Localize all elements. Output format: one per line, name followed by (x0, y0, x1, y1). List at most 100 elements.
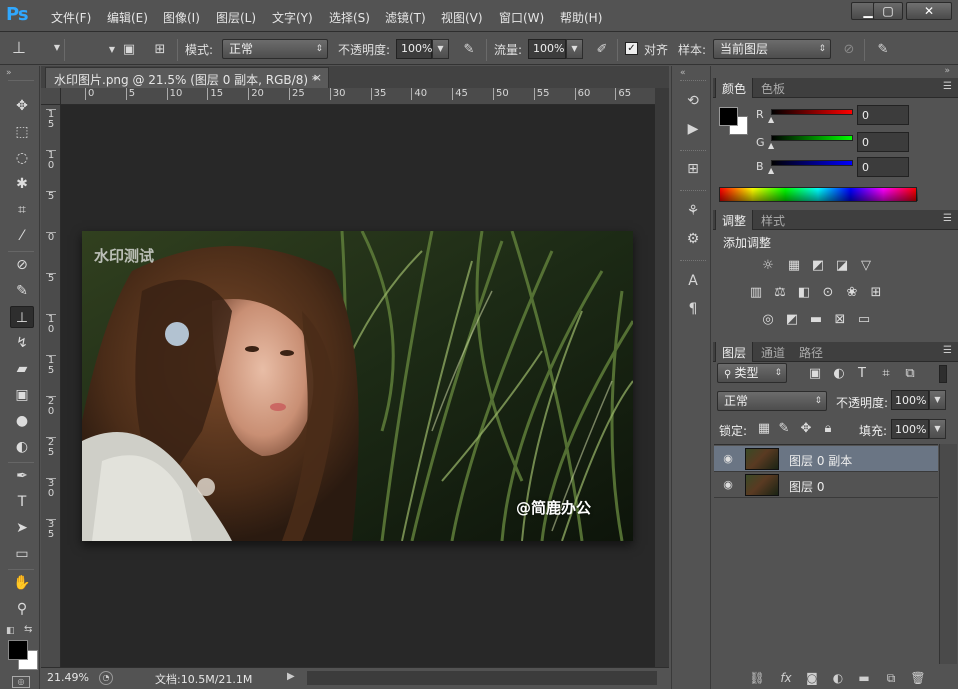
photo-filter-icon[interactable]: ⊙ (819, 284, 837, 302)
healing-brush-tool-icon[interactable]: ⊘ (10, 254, 34, 276)
tab-layers[interactable]: 图层 (715, 342, 754, 362)
pressure-size-icon[interactable]: ✎ (874, 41, 892, 59)
ruler-vertical[interactable]: 15 10 5 0 5 10 15 20 25 30 35 (41, 105, 61, 667)
layer-opacity-dropdown-icon[interactable]: ▼ (929, 390, 946, 410)
history-panel-icon[interactable]: ⟲ (682, 90, 704, 112)
opacity-input[interactable]: 100% (396, 39, 432, 59)
status-menu-icon[interactable]: ◔ (99, 671, 113, 685)
foreground-color-swatch[interactable] (8, 640, 28, 660)
tab-styles[interactable]: 样式 (755, 210, 791, 230)
marquee-tool-icon[interactable]: ⬚ (10, 121, 34, 143)
character-panel-icon[interactable]: A (682, 270, 704, 292)
new-layer-icon[interactable]: ⧉ (882, 669, 900, 687)
menu-file[interactable]: 文件(F) (51, 9, 91, 26)
layer-name[interactable]: 图层 0 (789, 478, 824, 495)
collapse-icon[interactable]: » (6, 68, 12, 78)
filter-toggle[interactable] (939, 365, 947, 383)
gradient-tool-icon[interactable]: ▣ (10, 384, 34, 406)
add-mask-icon[interactable]: ◙ (803, 669, 821, 687)
menu-help[interactable]: 帮助(H) (560, 9, 602, 26)
vibrance-icon[interactable]: ▽ (857, 257, 875, 275)
filter-shape-icon[interactable]: ⌗ (877, 365, 895, 383)
g-slider[interactable] (771, 135, 853, 141)
fill-input[interactable]: 100% (891, 419, 929, 439)
clone-stamp-tool-icon[interactable]: ⊥ (10, 306, 34, 328)
filter-type-icon[interactable]: T (853, 365, 871, 383)
menu-select[interactable]: 选择(S) (329, 9, 370, 26)
lock-all-icon[interactable]: 🔒︎ (819, 420, 837, 438)
type-tool-icon[interactable]: T (10, 491, 34, 513)
tab-adjustments[interactable]: 调整 (715, 210, 754, 230)
layers-scrollbar[interactable] (939, 444, 957, 664)
fill-dropdown-icon[interactable]: ▼ (929, 419, 946, 439)
menu-window[interactable]: 窗口(W) (499, 9, 544, 26)
collapse-icon[interactable]: » (944, 66, 950, 76)
layer-style-icon[interactable]: fx (777, 669, 795, 687)
shape-tool-icon[interactable]: ▭ (10, 543, 34, 565)
brush-presets-icon[interactable]: ⚘ (682, 200, 704, 222)
opacity-dropdown-icon[interactable]: ▼ (432, 39, 449, 59)
brush-tool-icon[interactable]: ✎ (10, 280, 34, 302)
menu-image[interactable]: 图像(I) (163, 9, 200, 26)
move-tool-icon[interactable]: ✥ (10, 95, 34, 117)
blend-mode-select[interactable]: 正常 ⇕ (717, 391, 827, 411)
slider-handle-icon[interactable]: ▲ (768, 141, 774, 150)
actions-panel-icon[interactable]: ▶ (682, 118, 704, 140)
eyedropper-tool-icon[interactable]: ⁄ (10, 225, 34, 247)
slider-handle-icon[interactable]: ▲ (768, 115, 774, 124)
dodge-tool-icon[interactable]: ◐ (10, 436, 34, 458)
tab-swatches[interactable]: 色板 (755, 78, 791, 98)
tool-presets-icon[interactable]: ⚙ (682, 228, 704, 250)
invert-icon[interactable]: ◎ (759, 311, 777, 329)
threshold-icon[interactable]: ▬ (807, 311, 825, 329)
gradient-map-icon[interactable]: ▭ (855, 311, 873, 329)
panel-menu-icon[interactable]: ☰ (943, 345, 952, 356)
sample-select[interactable]: 当前图层 ⇕ (713, 39, 831, 59)
brush-panel-icon[interactable]: ▣ (120, 41, 138, 59)
status-arrow-icon[interactable]: ▶ (287, 671, 295, 682)
layer-row[interactable]: ◉ 图层 0 (714, 472, 938, 498)
quick-mask-icon[interactable]: ◎ (12, 676, 30, 688)
clone-source-icon[interactable]: ⊞ (151, 41, 169, 59)
hue-saturation-icon[interactable]: ▥ (747, 284, 765, 302)
lock-transparent-icon[interactable]: ▦ (755, 420, 773, 438)
eraser-tool-icon[interactable]: ▰ (10, 358, 34, 380)
layer-name[interactable]: 图层 0 副本 (789, 452, 852, 469)
curves-icon[interactable]: ◩ (809, 257, 827, 275)
swap-colors-icon[interactable]: ⇆ (24, 624, 32, 635)
layer-row[interactable]: ◉ 图层 0 副本 (714, 446, 938, 472)
clone-source-panel-icon[interactable]: ⊞ (682, 158, 704, 180)
clone-stamp-tool-icon[interactable]: ⊥ (6, 39, 32, 57)
zoom-tool-icon[interactable]: ⚲ (10, 598, 34, 620)
lock-position-icon[interactable]: ✥ (797, 420, 815, 438)
align-checkbox[interactable]: ✓ (625, 42, 638, 55)
panel-menu-icon[interactable]: ☰ (943, 81, 952, 92)
menu-filter[interactable]: 滤镜(T) (385, 9, 426, 26)
menu-layer[interactable]: 图层(L) (216, 9, 256, 26)
ruler-horizontal[interactable]: 0 5 10 15 20 25 30 35 40 45 50 55 60 65 (61, 88, 655, 105)
black-white-icon[interactable]: ◧ (795, 284, 813, 302)
r-slider[interactable] (771, 109, 853, 115)
menu-edit[interactable]: 编辑(E) (107, 9, 148, 26)
link-layers-icon[interactable]: ⛓ (748, 669, 766, 687)
lasso-tool-icon[interactable]: ◌ (10, 147, 34, 169)
new-group-icon[interactable]: ▬ (855, 669, 873, 687)
filter-adjustment-icon[interactable]: ◐ (830, 365, 848, 383)
exposure-icon[interactable]: ◪ (833, 257, 851, 275)
path-selection-tool-icon[interactable]: ➤ (10, 517, 34, 539)
magic-wand-tool-icon[interactable]: ✱ (10, 173, 34, 195)
filter-pixel-icon[interactable]: ▣ (806, 365, 824, 383)
color-spectrum-bar[interactable] (719, 187, 918, 202)
ruler-origin[interactable] (41, 88, 61, 105)
mode-select[interactable]: 正常 ⇕ (222, 39, 328, 59)
b-slider[interactable] (771, 160, 853, 166)
visibility-eye-icon[interactable]: ◉ (720, 452, 736, 466)
filter-smart-object-icon[interactable]: ⧉ (901, 365, 919, 383)
hand-tool-icon[interactable]: ✋ (10, 572, 34, 594)
brush-dropdown-icon[interactable]: ▼ (103, 41, 121, 59)
flow-dropdown-icon[interactable]: ▼ (566, 39, 583, 59)
menu-type[interactable]: 文字(Y) (272, 9, 313, 26)
color-balance-icon[interactable]: ⚖ (771, 284, 789, 302)
g-input[interactable]: 0 (857, 132, 909, 152)
document-image[interactable] (82, 231, 633, 541)
